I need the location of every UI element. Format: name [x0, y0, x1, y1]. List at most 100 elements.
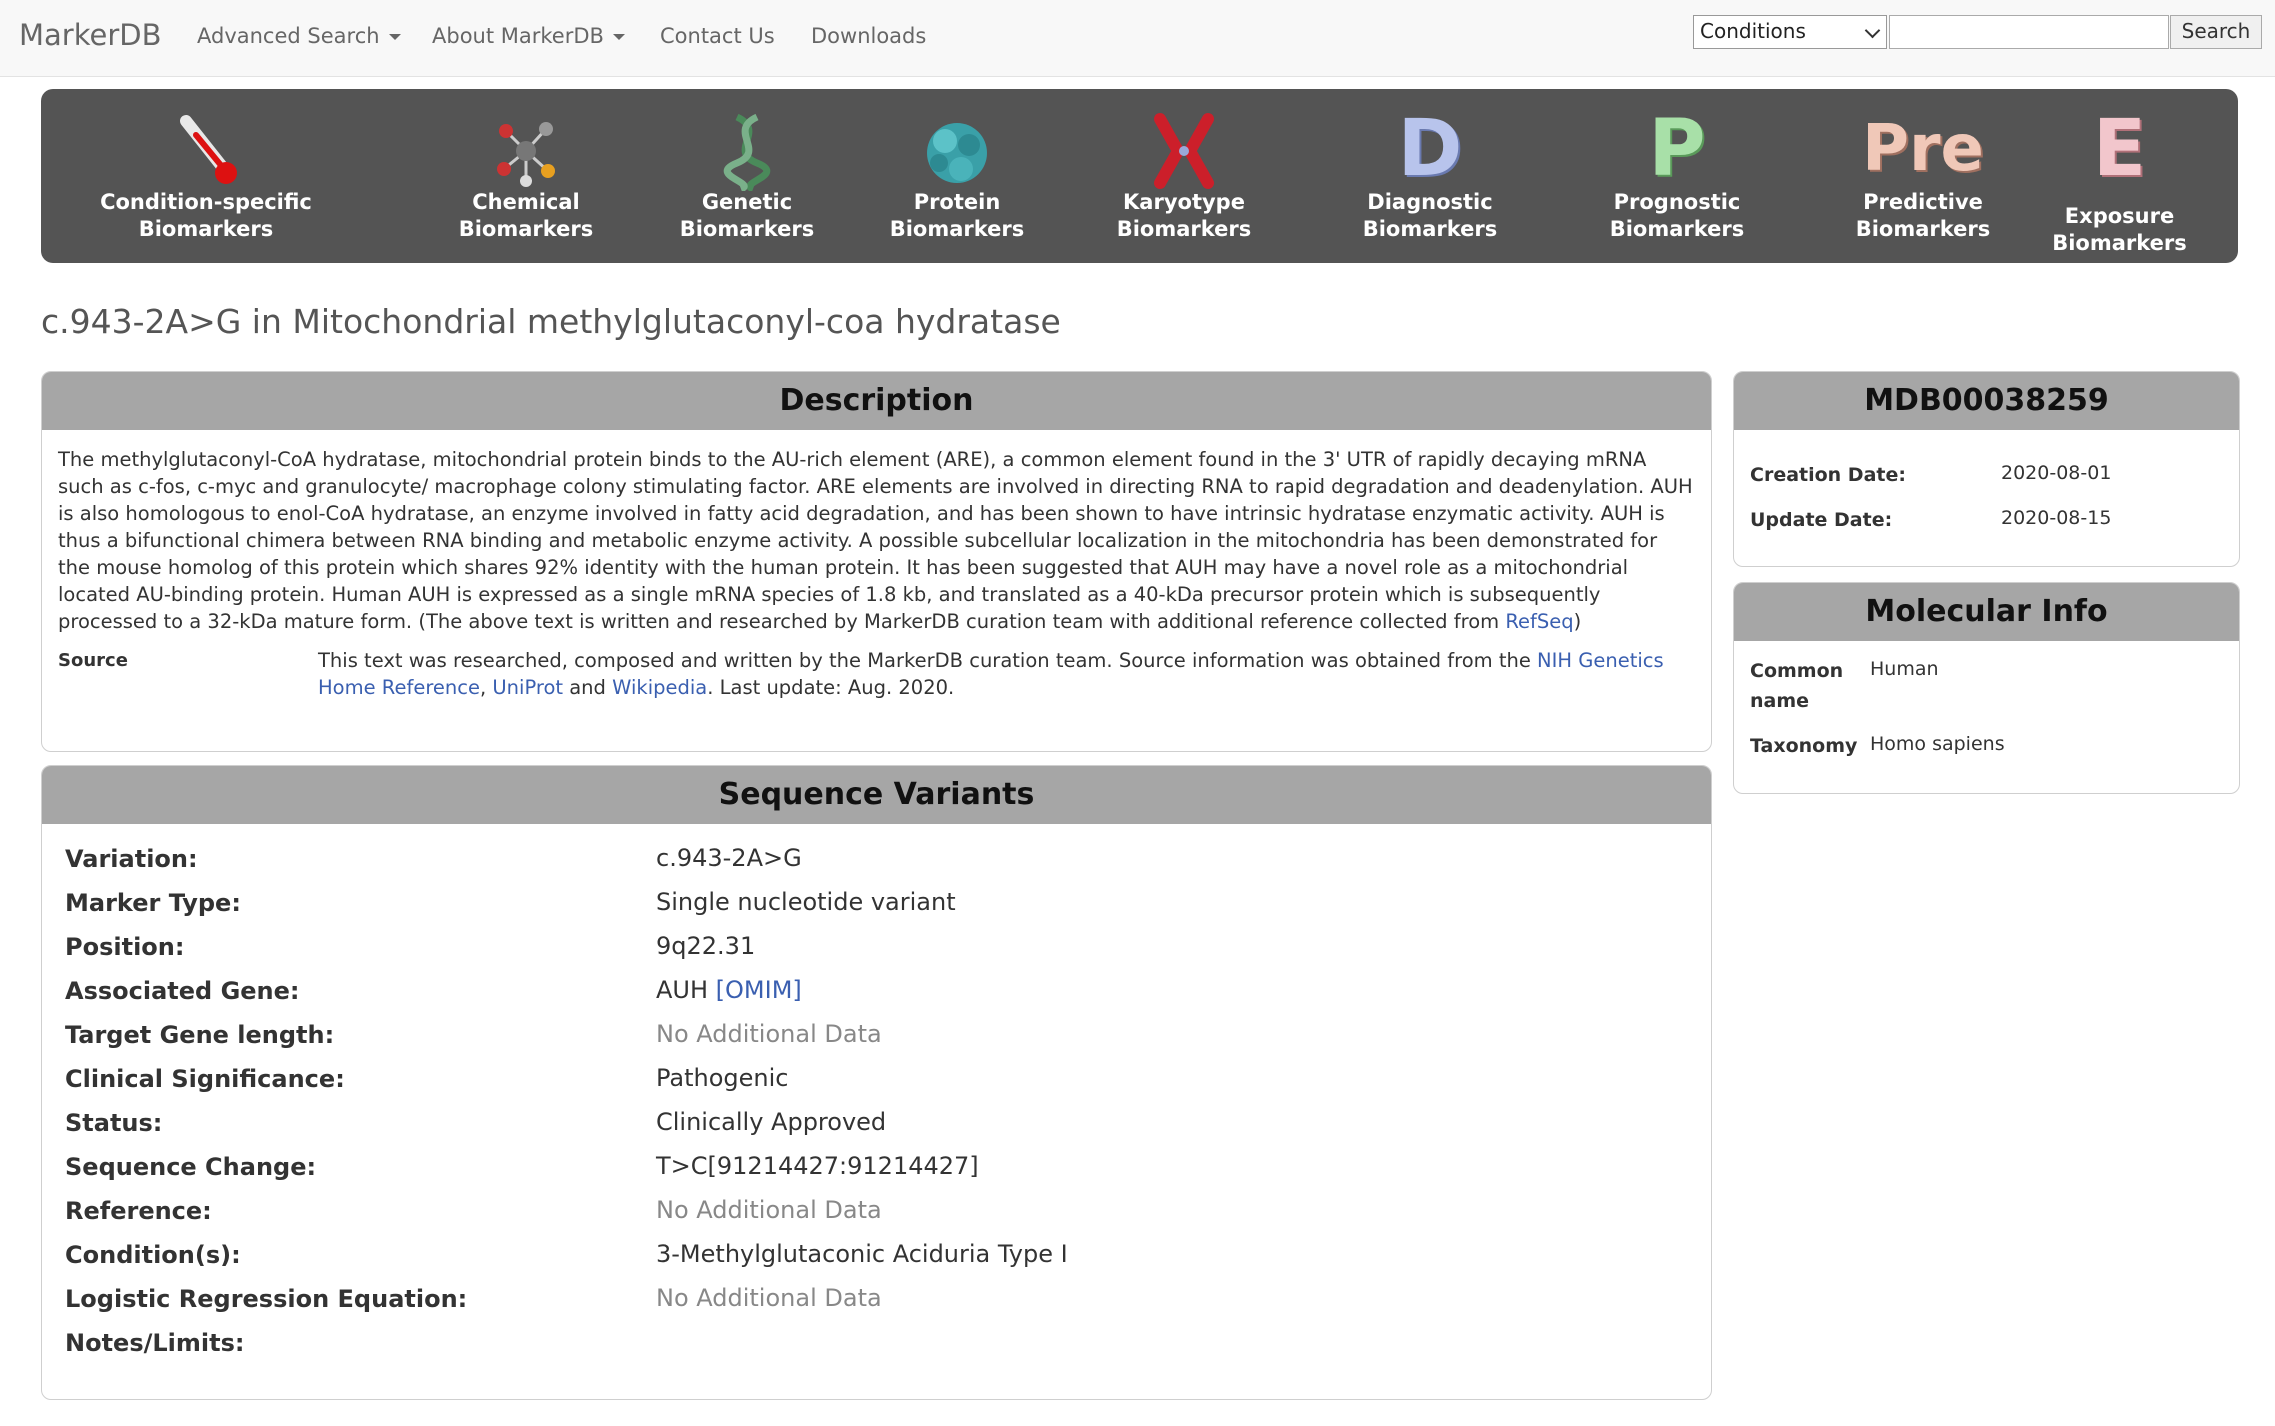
variant-value-text: Clinically Approved: [656, 1108, 887, 1136]
source-label: Source: [58, 650, 128, 671]
creation-date-label: Creation Date:: [1750, 464, 1906, 486]
category-genetic[interactable]: Genetic Biomarkers: [637, 89, 857, 263]
category-protein[interactable]: Protein Biomarkers: [847, 89, 1067, 263]
variant-value: 9q22.31: [656, 932, 755, 960]
variant-value-text: Pathogenic: [656, 1064, 789, 1092]
source-separator: ,: [479, 676, 493, 699]
search-input[interactable]: [1889, 15, 2169, 49]
variant-value: AUH [OMIM]: [656, 976, 802, 1004]
common-name-value: Human: [1870, 658, 1939, 680]
molecule-icon: [497, 122, 555, 187]
variant-value: c.943-2A>G: [656, 844, 802, 872]
variant-label: Notes/Limits:: [65, 1329, 245, 1357]
search-category-value: Conditions: [1700, 19, 1806, 43]
variant-value: No Additional Data: [656, 1284, 882, 1312]
variant-value: No Additional Data: [656, 1020, 882, 1048]
update-date-value: 2020-08-15: [2001, 507, 2112, 529]
letter-pre-icon: Pre: [1862, 112, 1984, 186]
category-predictive[interactable]: Pre Predictive Biomarkers: [1813, 89, 2033, 263]
category-label: Diagnostic Biomarkers: [1362, 190, 1498, 241]
source-text: This text was researched, composed and w…: [318, 647, 1695, 701]
chevron-down-icon: [1864, 22, 1881, 39]
letter-p-icon: P: [1648, 104, 1706, 194]
search-category-select[interactable]: Conditions: [1693, 15, 1887, 49]
description-heading: Description: [42, 372, 1711, 430]
variant-label: Logistic Regression Equation:: [65, 1285, 468, 1313]
category-label: Condition-specific Biomarkers: [100, 190, 312, 241]
variant-label: Status:: [65, 1109, 163, 1137]
common-name-label-2: name: [1750, 690, 1810, 712]
variant-value-text: No Additional Data: [656, 1020, 882, 1048]
category-label: Predictive Biomarkers: [1855, 190, 1991, 241]
search-button[interactable]: Search: [2170, 15, 2262, 49]
variant-value: No Additional Data: [656, 1196, 882, 1224]
condition-link[interactable]: 3-Methylglutaconic Aciduria Type I: [656, 1240, 1068, 1268]
nav-about-label: About MarkerDB: [432, 24, 604, 48]
sequence-variants-heading: Sequence Variants: [42, 766, 1711, 824]
variant-label: Position:: [65, 933, 185, 961]
creation-date-value: 2020-08-01: [2001, 462, 2112, 484]
variant-label: Clinical Significance:: [65, 1065, 345, 1093]
variant-label: Reference:: [65, 1197, 212, 1225]
molecular-info-panel: Molecular Info Common name Human Taxonom…: [1733, 582, 2240, 794]
variant-value-text: T>C[91214427:91214427]: [656, 1152, 979, 1180]
variant-value-text: 9q22.31: [656, 932, 756, 960]
brand-logo-link[interactable]: MarkerDB: [19, 18, 161, 52]
nav-contact-us[interactable]: Contact Us: [660, 24, 775, 48]
dna-icon: [723, 113, 771, 191]
variant-value: Single nucleotide variant: [656, 888, 956, 916]
letter-e-icon: E: [2092, 104, 2147, 194]
nav-about[interactable]: About MarkerDB: [432, 24, 625, 48]
biomarker-category-bar: Condition-specific Biomarkers Chemical B…: [41, 89, 2238, 263]
description-paragraph: The methylglutaconyl-CoA hydratase, mito…: [58, 448, 1693, 633]
category-label: Karyotype Biomarkers: [1116, 190, 1252, 241]
variant-label: Marker Type:: [65, 889, 241, 917]
variant-label: Sequence Change:: [65, 1153, 317, 1181]
category-label: Prognostic Biomarkers: [1609, 190, 1745, 241]
variant-value-text: No Additional Data: [656, 1284, 882, 1312]
description-panel: Description The methylglutaconyl-CoA hyd…: [41, 371, 1712, 752]
source-text-part: . Last update: Aug. 2020.: [707, 676, 955, 699]
description-paragraph-end: ): [1573, 610, 1582, 633]
variant-value: Clinically Approved: [656, 1108, 886, 1136]
page-title: c.943-2A>G in Mitochondrial methylglutac…: [41, 302, 1061, 341]
record-id-heading: MDB00038259: [1734, 372, 2239, 430]
source-text-part: This text was researched, composed and w…: [318, 649, 1538, 672]
category-chemical[interactable]: Chemical Biomarkers: [416, 89, 636, 263]
record-id-panel: MDB00038259 Creation Date: 2020-08-01 Up…: [1733, 371, 2240, 567]
category-label: Protein Biomarkers: [889, 190, 1025, 241]
category-prognostic[interactable]: P Prognostic Biomarkers: [1567, 89, 1787, 263]
source-row: Source This text was researched, compose…: [58, 647, 1695, 701]
category-label: Chemical Biomarkers: [458, 190, 594, 241]
category-condition-specific[interactable]: Condition-specific Biomarkers: [96, 89, 316, 263]
variant-value-text: c.943-2A>G: [656, 844, 802, 872]
category-label: Exposure Biomarkers: [2052, 204, 2187, 255]
nav-downloads[interactable]: Downloads: [811, 24, 926, 48]
variant-value-text: AUH: [656, 976, 709, 1004]
description-text: The methylglutaconyl-CoA hydratase, mito…: [58, 446, 1695, 635]
variant-label: Associated Gene:: [65, 977, 300, 1005]
caret-down-icon: [388, 34, 401, 40]
taxonomy-label: Taxonomy: [1750, 735, 1858, 757]
category-label: Genetic Biomarkers: [679, 190, 815, 241]
category-karyotype[interactable]: Karyotype Biomarkers: [1074, 89, 1294, 263]
uniprot-link[interactable]: UniProt: [492, 676, 563, 699]
category-diagnostic[interactable]: D Diagnostic Biomarkers: [1320, 89, 1540, 263]
category-exposure[interactable]: E Exposure Biomarkers: [2001, 89, 2238, 263]
common-name-label: Common: [1750, 660, 1844, 682]
molecular-info-heading: Molecular Info: [1734, 583, 2239, 641]
top-navbar: MarkerDB Advanced Search About MarkerDB …: [0, 0, 2275, 77]
refseq-link[interactable]: RefSeq: [1505, 610, 1573, 633]
nav-advanced-search[interactable]: Advanced Search: [197, 24, 401, 48]
variant-value: Pathogenic: [656, 1064, 788, 1092]
chromosome-icon: [1154, 113, 1214, 189]
thermometer-icon: [180, 115, 237, 184]
update-date-label: Update Date:: [1750, 509, 1893, 531]
variant-label: Variation:: [65, 845, 198, 873]
variant-value-text: No Additional Data: [656, 1196, 882, 1224]
omim-link[interactable]: [OMIM]: [716, 976, 802, 1004]
wikipedia-link[interactable]: Wikipedia: [612, 676, 707, 699]
letter-d-icon: D: [1397, 104, 1463, 194]
caret-down-icon: [612, 34, 625, 40]
nav-advanced-search-label: Advanced Search: [197, 24, 380, 48]
